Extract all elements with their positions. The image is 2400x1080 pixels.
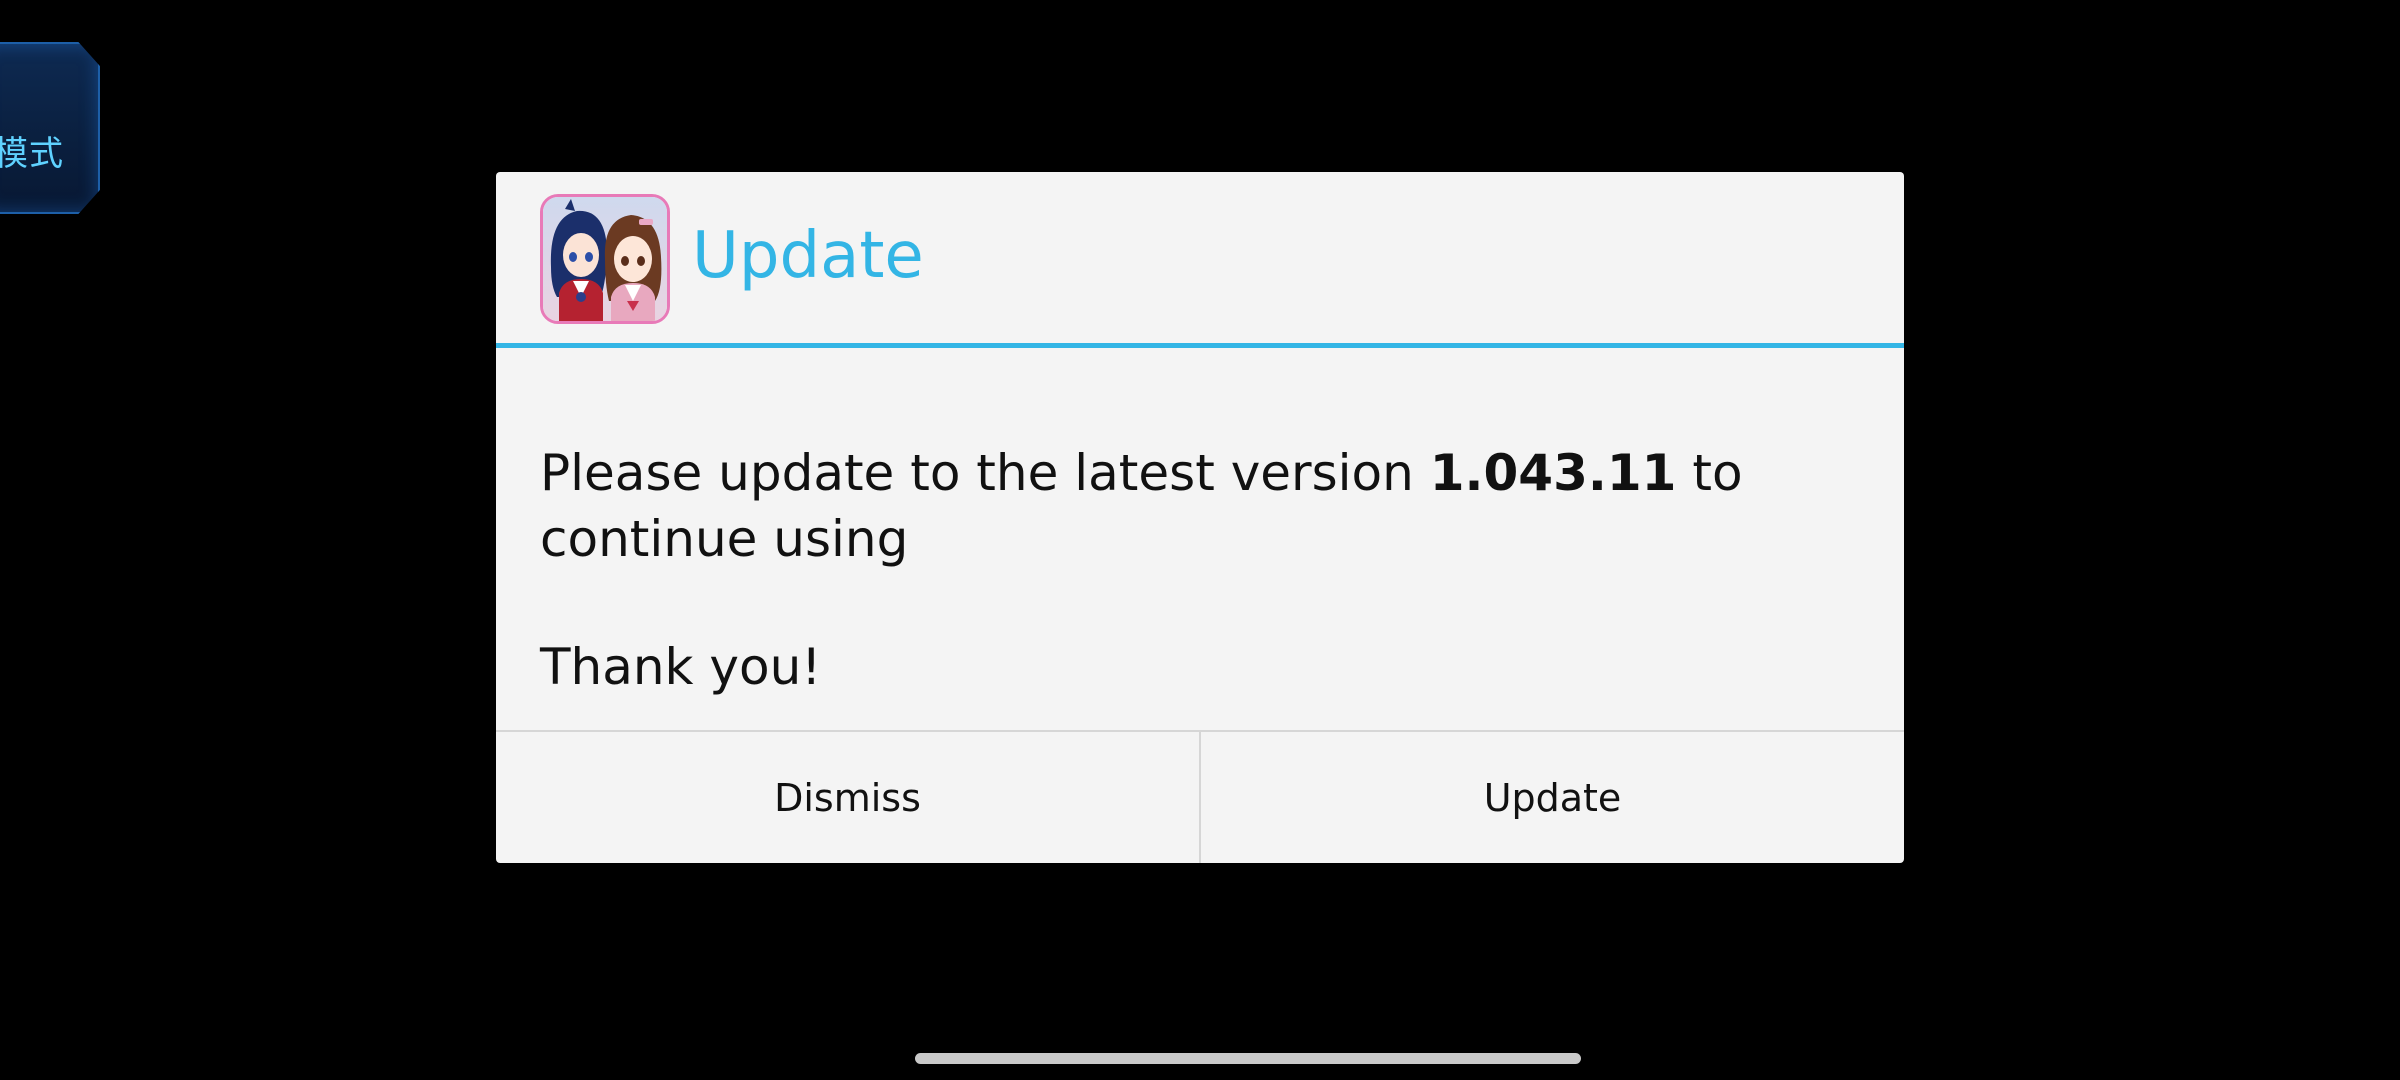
- game-screen: 模式 Update Please update to the latest ve…: [0, 0, 2400, 1080]
- dialog-title: Update: [692, 219, 924, 293]
- mode-button-label: 模式: [0, 134, 64, 174]
- app-icon: [540, 194, 670, 324]
- update-dialog: Update Please update to the latest versi…: [496, 172, 1904, 863]
- app-icon-image: [543, 197, 667, 321]
- update-button[interactable]: Update: [1201, 732, 1904, 863]
- dialog-message: Please update to the latest version 1.04…: [540, 440, 1870, 572]
- message-before: Please update to the latest version: [540, 444, 1430, 502]
- dialog-thanks: Thank you!: [540, 638, 822, 696]
- dialog-header: Update: [496, 172, 1904, 348]
- dialog-button-bar: Dismiss Update: [496, 730, 1904, 863]
- dismiss-button[interactable]: Dismiss: [496, 732, 1201, 863]
- home-indicator[interactable]: [915, 1053, 1581, 1064]
- version-number: 1.043.11: [1429, 444, 1677, 502]
